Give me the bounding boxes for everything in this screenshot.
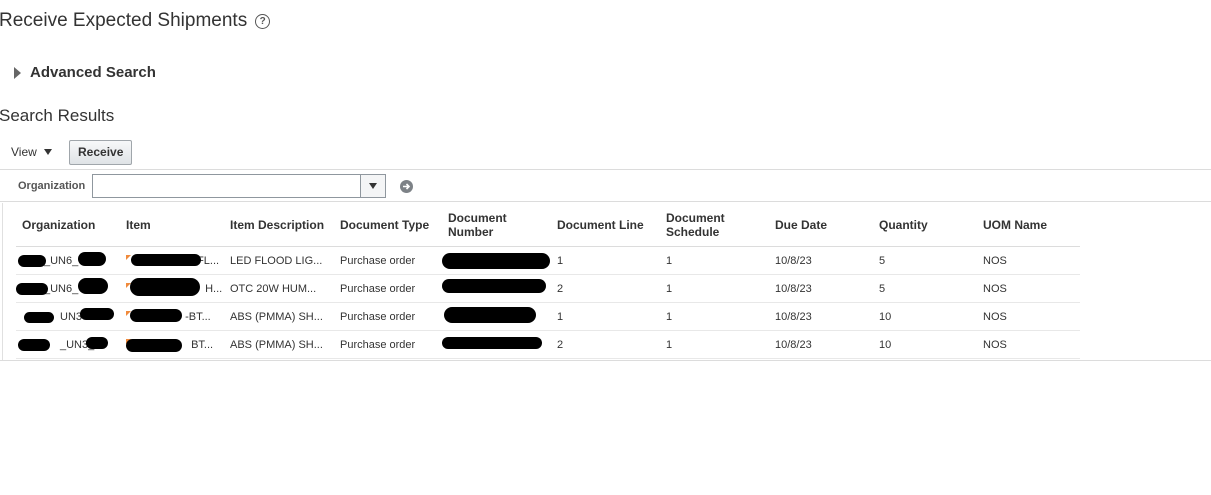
- page-title-text: Receive Expected Shipments: [0, 10, 248, 31]
- due-date-cell: 10/8/23: [769, 246, 873, 275]
- table-row[interactable]: _UN6_ FL... LED FLOOD LIG... Purchase or…: [16, 246, 1080, 275]
- document-type-cell: Purchase order: [334, 302, 442, 331]
- column-header-organization[interactable]: Organization: [16, 203, 120, 247]
- redaction-mark: [442, 253, 550, 269]
- column-header-document-schedule-text: Document Schedule: [666, 210, 725, 239]
- document-number-cell[interactable]: [442, 302, 551, 331]
- organization-cell: _UN3_: [16, 330, 120, 359]
- expand-triangle-icon[interactable]: [14, 66, 21, 79]
- table-row[interactable]: UN3 -BT... ABS (PMMA) SH... Purchase ord…: [16, 302, 1080, 331]
- item-description-cell: OTC 20W HUM...: [224, 274, 334, 303]
- view-menu-label[interactable]: View: [11, 145, 37, 159]
- document-number-cell[interactable]: [442, 246, 551, 275]
- document-number-cell[interactable]: [442, 330, 551, 359]
- receive-button[interactable]: Receive: [69, 140, 133, 165]
- search-results-title: Search Results: [0, 106, 115, 125]
- item-cell[interactable]: -BT...: [120, 302, 224, 331]
- due-date-cell: 10/8/23: [769, 302, 873, 331]
- query-by-example-bar: Organization: [0, 169, 1211, 202]
- organization-cell: _UN6_: [16, 274, 120, 303]
- organization-filter-label: Organization: [18, 180, 86, 192]
- column-header-quantity[interactable]: Quantity: [873, 203, 977, 247]
- column-header-document-schedule[interactable]: Document Schedule: [660, 203, 769, 247]
- chevron-down-icon[interactable]: [369, 183, 377, 189]
- document-type-cell: Purchase order: [334, 246, 442, 275]
- go-arrow-icon[interactable]: [400, 180, 413, 193]
- column-header-uom-name[interactable]: UOM Name: [977, 203, 1080, 247]
- redaction-mark: [78, 278, 108, 294]
- redaction-mark: [78, 252, 106, 266]
- document-line-cell: 2: [551, 330, 660, 359]
- advanced-search-label[interactable]: Advanced Search: [30, 64, 156, 81]
- uom-name-cell: NOS: [977, 246, 1080, 275]
- redaction-mark: [18, 255, 46, 267]
- column-header-document-line[interactable]: Document Line: [551, 203, 660, 247]
- redaction-mark: [86, 337, 108, 349]
- quantity-cell: 10: [873, 330, 977, 359]
- column-header-document-type[interactable]: Document Type: [334, 203, 442, 247]
- uom-name-cell: NOS: [977, 302, 1080, 331]
- view-dropdown-icon[interactable]: [43, 149, 52, 155]
- redaction-mark: [18, 339, 50, 351]
- document-type-cell: Purchase order: [334, 330, 442, 359]
- advanced-search-toggle[interactable]: Advanced Search: [14, 64, 156, 81]
- redaction-mark: [131, 254, 201, 266]
- item-description-cell: LED FLOOD LIG...: [224, 246, 334, 275]
- document-schedule-cell: 1: [660, 274, 769, 303]
- view-menu[interactable]: View: [11, 145, 52, 159]
- item-cell[interactable]: H...: [120, 274, 224, 303]
- table-row[interactable]: _UN6_ H... OTC 20W HUM... Purchase order…: [16, 274, 1080, 303]
- redaction-mark: [126, 339, 182, 352]
- table-divider: [2, 203, 3, 360]
- redaction-mark: [80, 308, 114, 320]
- organization-cell: UN3: [16, 302, 120, 331]
- column-header-document-number-text: Document Number: [448, 210, 507, 239]
- document-line-cell: 1: [551, 246, 660, 275]
- organization-dropdown-button[interactable]: [361, 174, 386, 198]
- document-line-cell: 1: [551, 302, 660, 331]
- uom-name-cell: NOS: [977, 274, 1080, 303]
- organization-filter-input[interactable]: [92, 174, 361, 198]
- document-type-cell: Purchase order: [334, 274, 442, 303]
- column-header-item[interactable]: Item: [120, 203, 224, 247]
- quantity-cell: 10: [873, 302, 977, 331]
- column-header-item-description[interactable]: Item Description: [224, 203, 334, 247]
- document-number-cell[interactable]: [442, 274, 551, 303]
- table-row[interactable]: _UN3_ BT... ABS (PMMA) SH... Purchase or…: [16, 330, 1080, 359]
- item-cell[interactable]: FL...: [120, 246, 224, 275]
- results-toolbar: View Receive: [0, 140, 1211, 168]
- document-line-cell: 2: [551, 274, 660, 303]
- document-schedule-cell: 1: [660, 330, 769, 359]
- column-header-due-date[interactable]: Due Date: [769, 203, 873, 247]
- page-title: Receive Expected Shipments ?: [0, 10, 271, 32]
- uom-name-cell: NOS: [977, 330, 1080, 359]
- item-description-cell: ABS (PMMA) SH...: [224, 330, 334, 359]
- results-table: Organization Item Item Description Docum…: [16, 203, 1080, 359]
- item-description-cell: ABS (PMMA) SH...: [224, 302, 334, 331]
- due-date-cell: 10/8/23: [769, 274, 873, 303]
- document-schedule-cell: 1: [660, 246, 769, 275]
- organization-cell: _UN6_: [16, 246, 120, 275]
- redaction-mark: [444, 307, 536, 323]
- redaction-mark: [442, 279, 546, 293]
- column-header-document-number[interactable]: Document Number: [442, 203, 551, 247]
- redaction-mark: [442, 337, 542, 349]
- redaction-mark: [130, 278, 200, 296]
- due-date-cell: 10/8/23: [769, 330, 873, 359]
- redaction-mark: [130, 309, 182, 322]
- table-header-row: Organization Item Item Description Docum…: [16, 203, 1080, 247]
- item-cell[interactable]: BT...: [120, 330, 224, 359]
- quantity-cell: 5: [873, 246, 977, 275]
- redaction-mark: [16, 283, 48, 295]
- quantity-cell: 5: [873, 274, 977, 303]
- redaction-mark: [24, 312, 54, 323]
- help-icon[interactable]: ?: [255, 13, 271, 29]
- document-schedule-cell: 1: [660, 302, 769, 331]
- results-table-region: Organization Item Item Description Docum…: [0, 203, 1211, 361]
